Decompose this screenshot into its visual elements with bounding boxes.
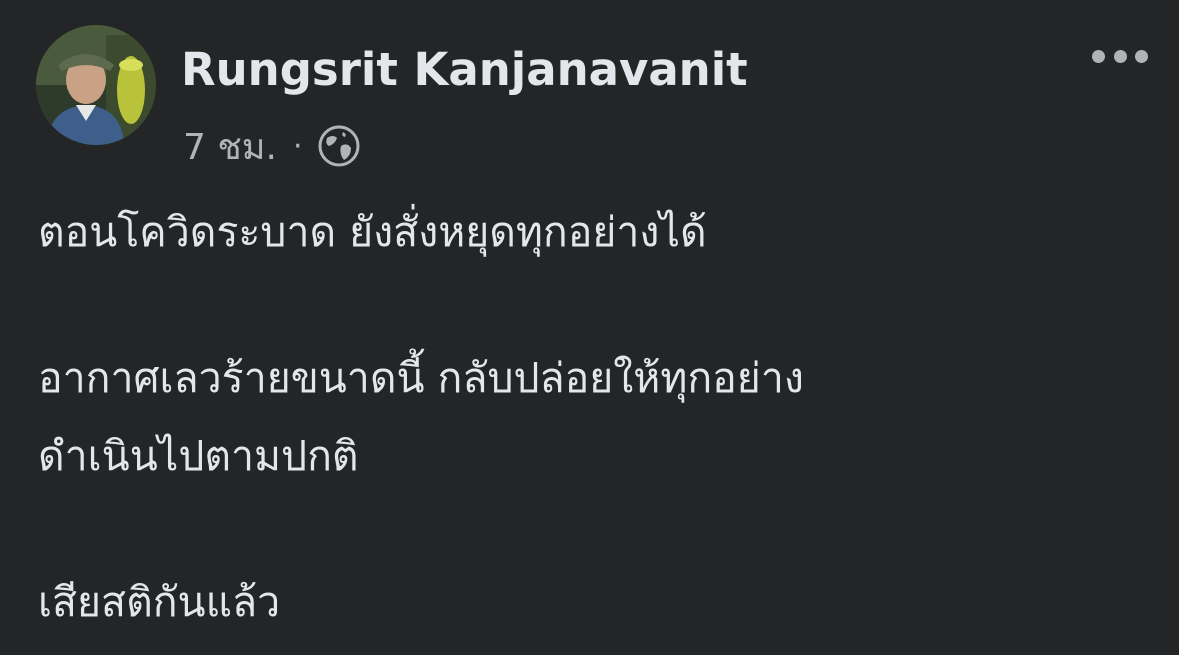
post-body: ตอนโควิดระบาด ยังสั่งหยุดทุกอย่างได้ อาก… [38, 202, 1148, 650]
post-text-line: เสียสติกันแล้ว [38, 578, 281, 626]
more-dot [1135, 49, 1148, 63]
facebook-post: Rungsrit Kanjanavanit 7 ชม. · ตอนโควิดระ… [0, 0, 1179, 655]
post-timestamp[interactable]: 7 ชม. [183, 118, 277, 175]
more-options-icon[interactable] [1092, 40, 1148, 72]
post-text-line: ดำเนินไปตามปกติ [38, 432, 359, 480]
avatar-photo [36, 25, 156, 145]
more-dot [1113, 49, 1127, 63]
post-meta: 7 ชม. · [183, 122, 361, 170]
meta-separator: · [292, 128, 303, 164]
post-text-line: อากาศเลวร้ายขนาดนี้ กลับปล่อยให้ทุกอย่าง [38, 354, 804, 402]
globe-icon[interactable] [317, 124, 361, 168]
author-name[interactable]: Rungsrit Kanjanavanit [181, 40, 748, 100]
author-avatar[interactable] [36, 25, 156, 145]
post-text-line: ตอนโควิดระบาด ยังสั่งหยุดทุกอย่างได้ [38, 208, 707, 256]
more-dot [1092, 49, 1105, 63]
